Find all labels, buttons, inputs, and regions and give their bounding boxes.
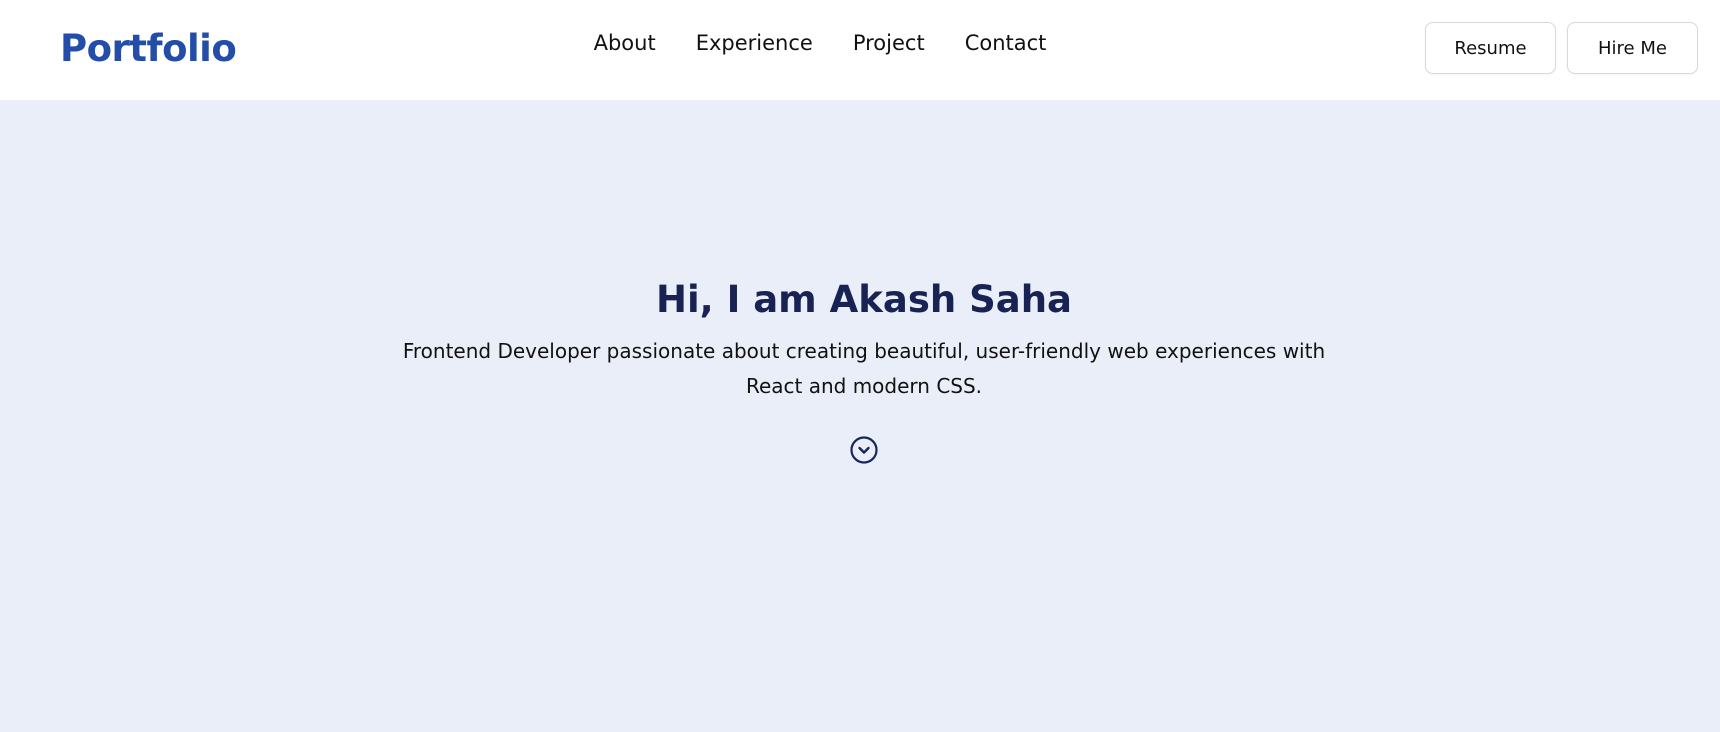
nav-actions: Resume Hire Me <box>1425 22 1698 74</box>
hire-me-button[interactable]: Hire Me <box>1567 22 1698 74</box>
hero-section: Hi, I am Akash Saha Frontend Developer p… <box>0 100 1720 732</box>
nav-link-contact[interactable]: Contact <box>965 26 1047 60</box>
resume-button[interactable]: Resume <box>1425 22 1556 74</box>
hero-description: Frontend Developer passionate about crea… <box>402 339 1326 398</box>
nav-link-about[interactable]: About <box>594 26 656 60</box>
navbar: Portfolio About Experience Project Conta… <box>0 0 1720 100</box>
chevron-down-circle-icon[interactable] <box>849 435 879 465</box>
nav-link-experience[interactable]: Experience <box>696 26 813 60</box>
nav-link-project[interactable]: Project <box>853 26 925 60</box>
hero-title: Hi, I am Akash Saha <box>655 278 1072 321</box>
